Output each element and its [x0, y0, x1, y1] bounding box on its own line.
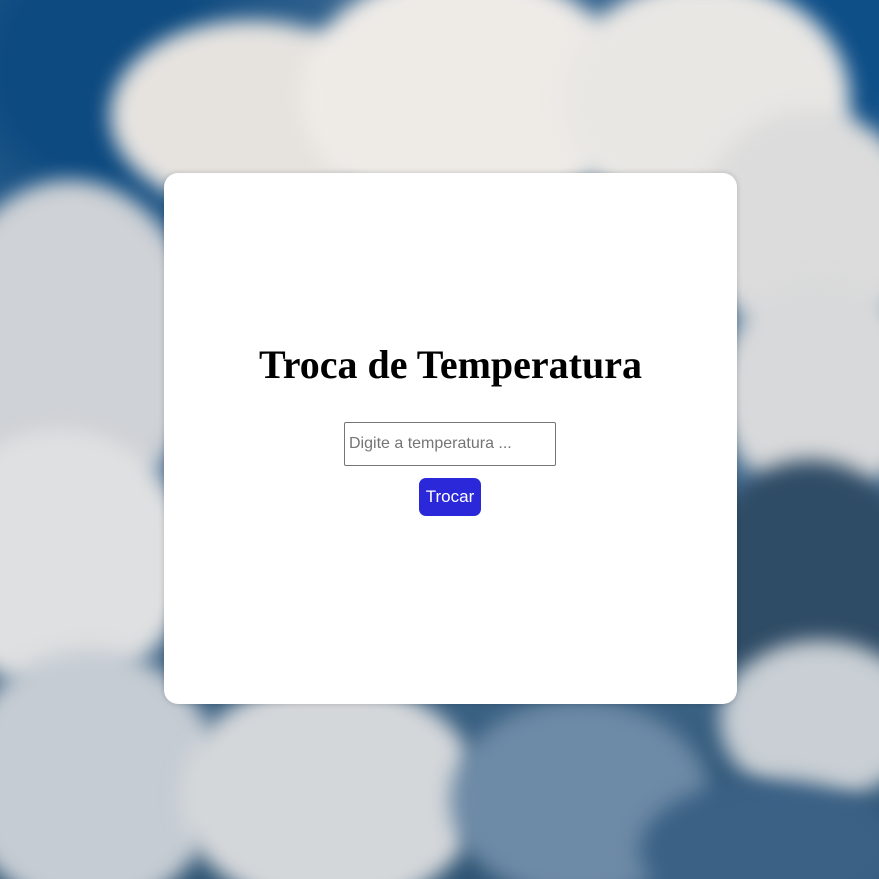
converter-card: Troca de Temperatura Trocar [164, 173, 737, 704]
swap-button[interactable]: Trocar [419, 478, 481, 516]
cloud-puff [180, 680, 480, 879]
temperature-input[interactable] [344, 422, 556, 466]
page-title: Troca de Temperatura [259, 342, 642, 387]
